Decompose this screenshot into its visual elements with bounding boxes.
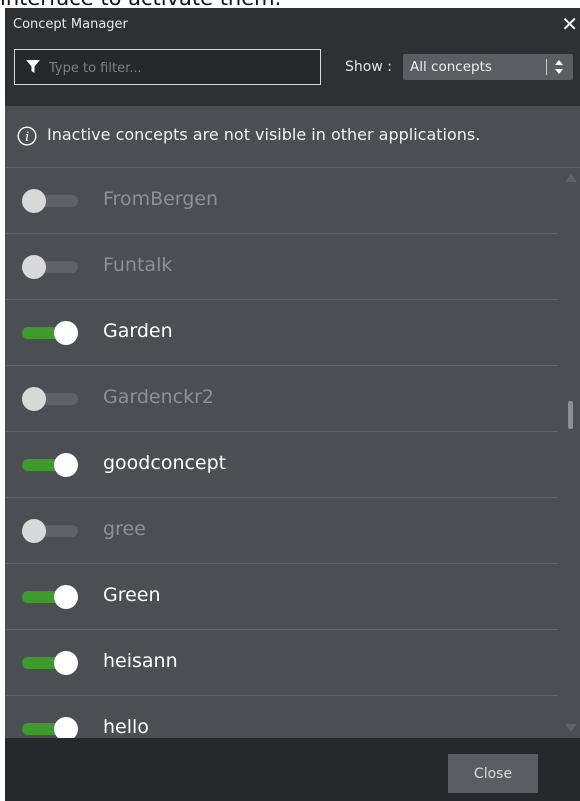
- show-select[interactable]: All concepts: [403, 54, 573, 80]
- scroll-up-arrow-icon[interactable]: [565, 174, 577, 182]
- scrollbar[interactable]: [560, 168, 580, 738]
- toggle-knob: [22, 189, 46, 213]
- concept-name: goodconcept: [103, 452, 227, 474]
- scroll-thumb[interactable]: [568, 401, 573, 429]
- concept-name: Funtalk: [103, 254, 173, 276]
- concept-row: gree: [5, 498, 558, 564]
- close-button[interactable]: Close: [448, 754, 538, 793]
- concept-active-toggle[interactable]: [22, 651, 80, 675]
- concept-name: FromBergen: [103, 188, 219, 210]
- concept-row: goodconcept: [5, 432, 558, 498]
- filter-toolbar: Show : All concepts: [5, 42, 580, 106]
- dialog-footer: Close: [5, 738, 580, 801]
- close-icon[interactable]: ✕: [561, 12, 578, 36]
- scroll-down-arrow-icon[interactable]: [565, 724, 577, 732]
- concept-active-toggle[interactable]: [22, 717, 80, 738]
- concept-row: heisann: [5, 630, 558, 696]
- concept-name: Gardenckr2: [103, 386, 214, 408]
- concept-name: heisann: [103, 650, 178, 672]
- concept-active-toggle[interactable]: [22, 189, 80, 213]
- show-select-value: All concepts: [410, 59, 492, 75]
- toggle-knob: [54, 717, 78, 738]
- concept-active-toggle[interactable]: [22, 585, 80, 609]
- toggle-knob: [22, 387, 46, 411]
- toggle-knob: [54, 453, 78, 477]
- concept-row: Garden: [5, 300, 558, 366]
- select-divider: [546, 59, 547, 75]
- svg-text:i: i: [25, 130, 29, 145]
- info-text: Inactive concepts are not visible in oth…: [47, 125, 481, 144]
- concept-manager-dialog: Concept Manager ✕ Show : All concepts i …: [5, 8, 580, 801]
- concept-name: Garden: [103, 320, 173, 342]
- funnel-icon: [26, 60, 40, 73]
- concept-row: hello: [5, 696, 558, 738]
- toggle-knob: [54, 651, 78, 675]
- toggle-knob: [22, 519, 46, 543]
- concept-list: FromBergen Funtalk Garden Gardenckr2 goodcon…: [5, 168, 558, 738]
- filter-input[interactable]: [47, 56, 311, 80]
- updown-arrows-icon: [555, 60, 563, 74]
- concept-active-toggle[interactable]: [22, 519, 80, 543]
- toggle-knob: [54, 321, 78, 345]
- concept-row: Gardenckr2: [5, 366, 558, 432]
- title-bar: Concept Manager ✕: [5, 8, 580, 42]
- concept-active-toggle[interactable]: [22, 321, 80, 345]
- concept-row: Funtalk: [5, 234, 558, 300]
- show-label: Show :: [345, 59, 392, 75]
- toggle-knob: [54, 585, 78, 609]
- concept-name: Green: [103, 584, 161, 606]
- concept-row: Green: [5, 564, 558, 630]
- toggle-knob: [22, 255, 46, 279]
- concept-name: hello: [103, 716, 149, 738]
- concept-name: gree: [103, 518, 146, 540]
- info-icon: i: [17, 126, 37, 146]
- dialog-title: Concept Manager: [13, 17, 128, 32]
- concept-active-toggle[interactable]: [22, 387, 80, 411]
- info-banner: i Inactive concepts are not visible in o…: [5, 106, 580, 168]
- filter-box[interactable]: [14, 49, 321, 85]
- concept-active-toggle[interactable]: [22, 453, 80, 477]
- concept-active-toggle[interactable]: [22, 255, 80, 279]
- concept-row: FromBergen: [5, 168, 558, 234]
